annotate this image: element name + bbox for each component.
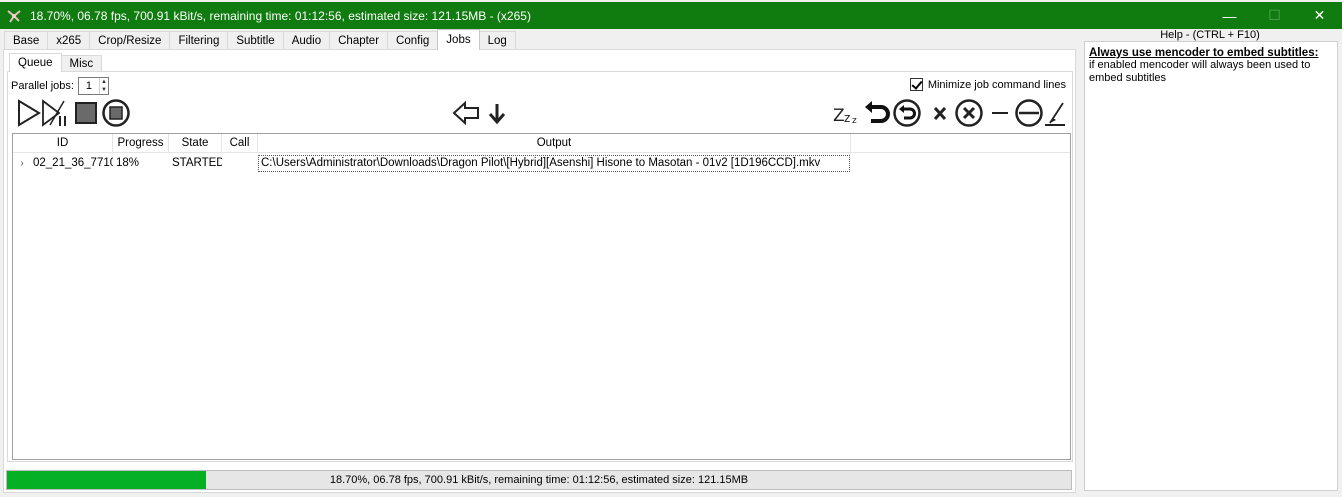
- tab-log[interactable]: Log: [478, 31, 516, 50]
- play-pause-icon[interactable]: [40, 98, 70, 128]
- column-output[interactable]: Output: [258, 134, 851, 152]
- jobs-tab-panel: Queue Misc Parallel jobs: 1 ▲ ▼ Minimize…: [3, 49, 1076, 493]
- x-icon[interactable]: [925, 98, 955, 128]
- arrow-down-icon[interactable]: [482, 98, 512, 128]
- tab-audio[interactable]: Audio: [282, 31, 331, 50]
- encode-progress-bar: 18.70%, 06.78 fps, 700.91 kBit/s, remain…: [6, 470, 1072, 490]
- help-panel: Help - (CTRL + F10) Always use mencoder …: [1081, 29, 1339, 493]
- tab-config[interactable]: Config: [387, 31, 439, 50]
- stop-circle-icon[interactable]: [101, 98, 131, 128]
- help-legend: Help - (CTRL + F10): [1160, 29, 1260, 41]
- tab-x265[interactable]: x265: [47, 31, 91, 50]
- expand-chevron-icon[interactable]: ›: [13, 158, 31, 169]
- tab-base[interactable]: Base: [4, 31, 49, 50]
- window-title: 18.70%, 06.78 fps, 700.91 kBit/s, remain…: [30, 8, 531, 23]
- tab-filtering[interactable]: Filtering: [169, 31, 229, 50]
- job-queue-grid[interactable]: ID Progress State Call Output › 02_21_36…: [12, 133, 1071, 460]
- progress-text: 18.70%, 06.78 fps, 700.91 kBit/s, remain…: [329, 474, 749, 486]
- undo-icon[interactable]: [861, 98, 891, 128]
- grid-header: ID Progress State Call Output: [13, 134, 1070, 153]
- row-output: C:\Users\Administrator\Downloads\Dragon …: [258, 154, 850, 172]
- title-bar: 18.70%, 06.78 fps, 700.91 kBit/s, remain…: [0, 2, 1342, 29]
- svg-text:Z: Z: [833, 106, 845, 126]
- sub-tabs: Queue Misc: [9, 53, 103, 72]
- row-state: STARTED: [172, 157, 222, 169]
- clear-icon[interactable]: [1041, 98, 1071, 128]
- window-controls: — ☐ ✕: [1207, 2, 1342, 29]
- arrow-left-icon[interactable]: [451, 98, 481, 128]
- undo-circle-icon[interactable]: [892, 98, 922, 128]
- maximize-button[interactable]: ☐: [1252, 2, 1297, 29]
- tab-misc[interactable]: Misc: [60, 55, 103, 72]
- minus-circle-icon[interactable]: [1014, 98, 1044, 128]
- app-icon: [7, 9, 21, 23]
- minimize-label: Minimize job command lines: [927, 78, 1066, 91]
- close-button[interactable]: ✕: [1297, 2, 1342, 29]
- minimize-command-lines[interactable]: Minimize job command lines: [909, 78, 1066, 91]
- column-state[interactable]: State: [169, 134, 222, 152]
- main-tabs: Base x265 Crop/Resize Filtering Subtitle…: [4, 29, 516, 50]
- help-title: Always use mencoder to embed subtitles:: [1089, 47, 1319, 59]
- column-id[interactable]: ID: [13, 134, 113, 152]
- table-row[interactable]: › 02_21_36_7710 18% STARTED C:\Users\Adm…: [13, 153, 1070, 173]
- parallel-jobs-label: Parallel jobs:: [11, 80, 74, 92]
- tab-queue[interactable]: Queue: [9, 53, 62, 72]
- column-call[interactable]: Call: [222, 134, 258, 152]
- tab-crop-resize[interactable]: Crop/Resize: [89, 31, 171, 50]
- help-text: if enabled mencoder will always been use…: [1089, 59, 1311, 84]
- spin-up-icon[interactable]: ▲: [100, 78, 108, 86]
- tab-chapter[interactable]: Chapter: [329, 31, 389, 50]
- svg-text:z: z: [852, 116, 857, 126]
- tab-subtitle[interactable]: Subtitle: [227, 31, 284, 50]
- help-box: Always use mencoder to embed subtitles: …: [1084, 41, 1338, 491]
- minimize-button[interactable]: —: [1207, 2, 1252, 29]
- sleep-icon[interactable]: Z z z: [833, 98, 863, 128]
- queue-panel: Parallel jobs: 1 ▲ ▼ Minimize job comman…: [7, 71, 1073, 462]
- parallel-jobs: Parallel jobs: 1 ▲ ▼: [11, 77, 109, 95]
- minimize-checkbox[interactable]: [909, 78, 923, 91]
- parallel-jobs-spinner[interactable]: 1 ▲ ▼: [77, 77, 109, 95]
- row-progress: 18%: [116, 157, 140, 169]
- parallel-jobs-value[interactable]: 1: [79, 78, 99, 94]
- column-progress[interactable]: Progress: [113, 134, 169, 152]
- stop-icon[interactable]: [71, 98, 101, 128]
- spin-down-icon[interactable]: ▼: [100, 86, 108, 94]
- svg-text:z: z: [844, 111, 850, 125]
- row-id: 02_21_36_7710: [33, 157, 113, 169]
- minus-icon[interactable]: [985, 98, 1015, 128]
- x-circle-icon[interactable]: [954, 98, 984, 128]
- tab-jobs[interactable]: Jobs: [437, 29, 480, 50]
